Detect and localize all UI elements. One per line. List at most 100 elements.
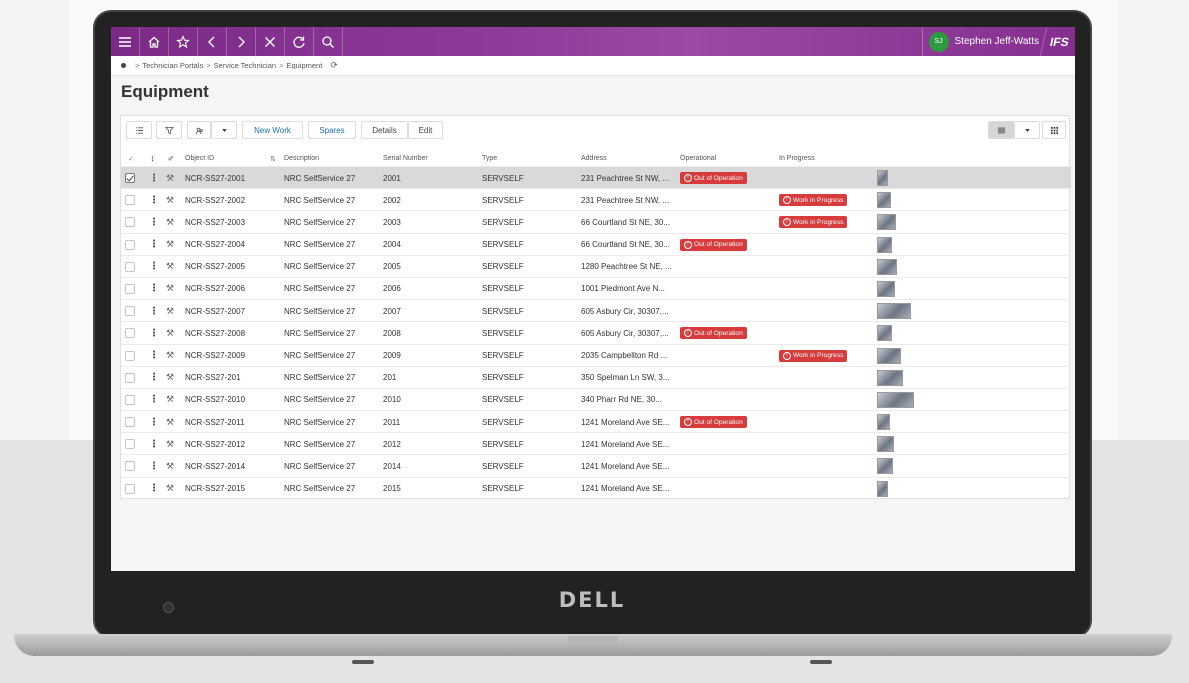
row-kebab-icon[interactable]: ⋮ [149, 411, 159, 433]
row-checkbox[interactable] [125, 439, 135, 450]
wrench-icon[interactable]: ⚒ [166, 433, 174, 455]
row-kebab-icon[interactable]: ⋮ [149, 167, 159, 189]
row-checkbox[interactable] [125, 461, 135, 472]
row-kebab-icon[interactable]: ⋮ [149, 234, 159, 256]
column-settings-button[interactable] [126, 121, 152, 139]
table-row[interactable]: ⋮ ⚒ NCR-SS27-2007 NRC SelfService 27 2007 SER… [121, 299, 1071, 321]
back-button[interactable] [198, 27, 227, 56]
row-checkbox[interactable] [125, 217, 135, 228]
edit-button[interactable]: Edit [408, 121, 443, 139]
row-checkbox[interactable] [125, 417, 135, 428]
table-row[interactable]: ⋮ ⚒ NCR-SS27-2009 NRC SelfService 27 2009 SER… [121, 343, 1071, 367]
row-checkbox[interactable] [125, 239, 135, 250]
table-row[interactable]: ⋮ ⚒ NCR-SS27-2004 NRC SelfService 27 2004 SER… [121, 232, 1071, 256]
equipment-thumbnail[interactable] [877, 280, 895, 297]
grid-view-button[interactable] [1042, 121, 1066, 139]
row-kebab-icon[interactable]: ⋮ [149, 278, 159, 300]
breadcrumb-item-service-technician[interactable]: Service Technician [214, 61, 276, 70]
row-kebab-icon[interactable]: ⋮ [149, 367, 159, 389]
table-row[interactable]: ⋮ ⚒ NCR-SS27-2001 NRC SelfService 27 2001 SER… [121, 166, 1071, 189]
column-header-description[interactable]: Description [284, 151, 319, 166]
row-kebab-icon[interactable]: ⋮ [149, 256, 159, 278]
column-header-in-progress[interactable]: In Progress [779, 151, 815, 166]
column-header-type[interactable]: Type [482, 151, 497, 166]
breadcrumb-refresh-icon[interactable]: ⟳ [330, 60, 338, 71]
filter-button[interactable] [156, 121, 182, 139]
table-row[interactable]: ⋮ ⚒ NCR-SS27-2014 NRC SelfService 27 2014 SER… [121, 454, 1071, 476]
row-checkbox[interactable] [125, 372, 135, 383]
equipment-thumbnail[interactable] [877, 170, 888, 186]
equipment-thumbnail[interactable] [877, 369, 903, 386]
row-kebab-icon[interactable]: ⋮ [149, 189, 159, 211]
wrench-icon[interactable]: ⚒ [166, 389, 174, 411]
equipment-thumbnail[interactable] [877, 214, 896, 231]
wrench-icon[interactable]: ⚒ [166, 211, 174, 233]
table-row[interactable]: ⋮ ⚒ NCR-SS27-2010 NRC SelfService 27 2010 SER… [121, 387, 1071, 411]
details-button[interactable]: Details [361, 121, 408, 139]
table-row[interactable]: ⋮ ⚒ NCR-SS27-2011 NRC SelfService 27 2011 SER… [121, 410, 1071, 432]
table-row[interactable]: ⋮ ⚒ NCR-SS27-2015 NRC SelfService 27 2015 SER… [121, 476, 1071, 500]
wrench-icon[interactable]: ⚒ [166, 300, 174, 322]
equipment-thumbnail[interactable] [877, 236, 892, 253]
home-button[interactable] [140, 27, 169, 56]
header-kebab-icon[interactable]: ⋮ [149, 151, 156, 166]
wrench-icon[interactable]: ⚒ [166, 455, 174, 477]
table-row[interactable]: ⋮ ⚒ NCR-SS27-201 NRC SelfService 27 201 SERVS… [121, 365, 1071, 389]
table-row[interactable]: ⋮ ⚒ NCR-SS27-2008 NRC SelfService 27 2008 SER… [121, 321, 1071, 343]
view-dropdown[interactable] [1014, 121, 1040, 139]
column-header-object-id[interactable]: Object ID [185, 151, 214, 166]
row-checkbox[interactable] [125, 350, 135, 361]
close-button[interactable] [256, 27, 285, 56]
row-checkbox[interactable] [125, 306, 135, 317]
equipment-thumbnail[interactable] [877, 347, 901, 364]
header-pin-icon[interactable]: ✐ [168, 151, 174, 166]
row-kebab-icon[interactable]: ⋮ [149, 300, 159, 322]
row-checkbox[interactable] [125, 261, 135, 272]
action-menu-dropdown[interactable] [211, 121, 237, 139]
equipment-thumbnail[interactable] [877, 458, 893, 475]
wrench-icon[interactable]: ⚒ [166, 234, 174, 256]
table-row[interactable]: ⋮ ⚒ NCR-SS27-2003 NRC SelfService 27 2003 SER… [121, 210, 1071, 232]
row-kebab-icon[interactable]: ⋮ [149, 433, 159, 455]
wrench-icon[interactable]: ⚒ [166, 411, 174, 433]
row-checkbox[interactable] [125, 394, 135, 405]
row-kebab-icon[interactable]: ⋮ [149, 345, 159, 367]
wrench-icon[interactable]: ⚒ [166, 322, 174, 344]
equipment-thumbnail[interactable] [877, 391, 914, 408]
breadcrumb-root-dot[interactable] [121, 63, 126, 68]
breadcrumb-item-technician-portals[interactable]: Technician Portals [142, 61, 203, 70]
wrench-icon[interactable]: ⚒ [166, 167, 174, 189]
equipment-thumbnail[interactable] [877, 303, 911, 320]
table-row[interactable]: ⋮ ⚒ NCR-SS27-2012 NRC SelfService 27 2012 SER… [121, 432, 1071, 454]
table-row[interactable]: ⋮ ⚒ NCR-SS27-2002 NRC SelfService 27 2002 SER… [121, 188, 1071, 210]
equipment-thumbnail[interactable] [877, 325, 892, 342]
equipment-thumbnail[interactable] [877, 436, 894, 453]
row-kebab-icon[interactable]: ⋮ [149, 211, 159, 233]
row-checkbox[interactable] [125, 283, 135, 294]
row-checkbox[interactable] [125, 328, 135, 339]
forward-button[interactable] [227, 27, 256, 56]
wrench-icon[interactable]: ⚒ [166, 189, 174, 211]
column-header-operational[interactable]: Operational [680, 151, 716, 166]
wrench-icon[interactable]: ⚒ [166, 278, 174, 300]
row-kebab-icon[interactable]: ⋮ [149, 478, 159, 500]
menu-button[interactable] [111, 27, 140, 56]
refresh-button[interactable] [285, 27, 314, 56]
equipment-thumbnail[interactable] [877, 192, 891, 209]
column-header-serial-number[interactable]: Serial Number [383, 151, 428, 166]
favorites-button[interactable] [169, 27, 198, 56]
user-menu[interactable]: SJ Stephen Jeff-Watts [921, 27, 1039, 56]
table-row[interactable]: ⋮ ⚒ NCR-SS27-2006 NRC SelfService 27 2006 SER… [121, 276, 1071, 300]
row-kebab-icon[interactable]: ⋮ [149, 322, 159, 344]
wrench-icon[interactable]: ⚒ [166, 367, 174, 389]
list-view-button[interactable] [988, 121, 1014, 139]
row-checkbox[interactable] [125, 195, 135, 206]
select-all-check-icon[interactable]: ✓ [128, 151, 134, 166]
row-kebab-icon[interactable]: ⋮ [149, 389, 159, 411]
spares-button[interactable]: Spares [308, 121, 356, 139]
table-row[interactable]: ⋮ ⚒ NCR-SS27-2005 NRC SelfService 27 2005 SER… [121, 254, 1071, 278]
equipment-thumbnail[interactable] [877, 258, 897, 275]
sort-icon[interactable]: ⇅ [270, 151, 276, 166]
wrench-icon[interactable]: ⚒ [166, 478, 174, 500]
equipment-thumbnail[interactable] [877, 414, 890, 431]
